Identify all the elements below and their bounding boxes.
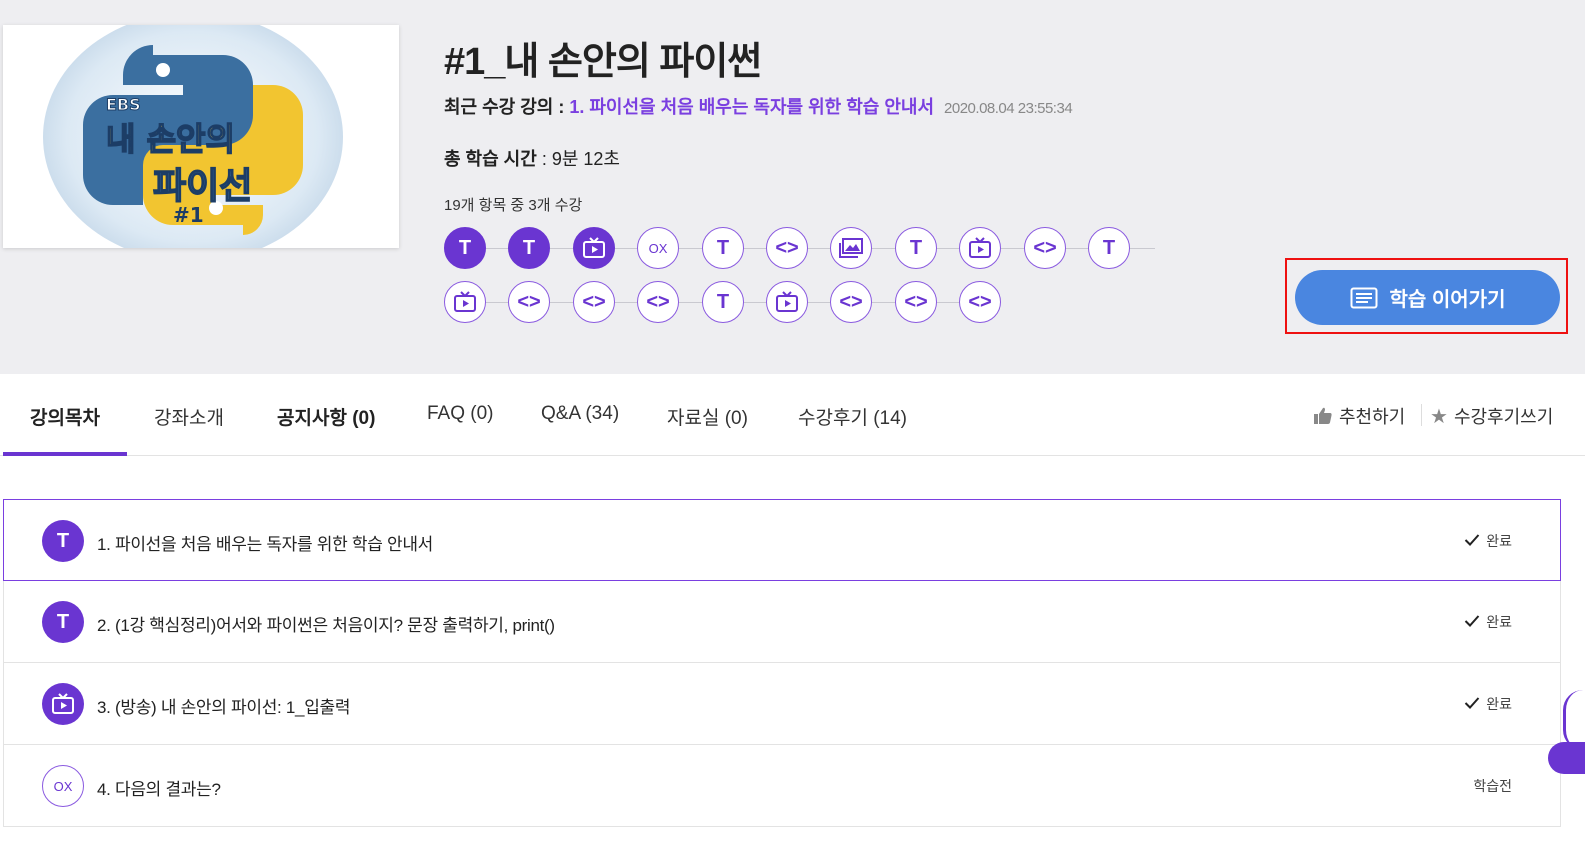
thumbnail-line1: 내 손안의 [106, 120, 235, 158]
lecture-title: 3. (방송) 내 손안의 파이선: 1_입출력 [97, 698, 351, 717]
check-icon [1464, 533, 1480, 550]
tab-notices[interactable]: 공지사항 (0) [277, 403, 375, 430]
recommend-label: 추천하기 [1339, 407, 1406, 427]
tab-curriculum[interactable]: 강의목차 [30, 403, 100, 430]
lecture-title: 2. (1강 핵심정리)어서와 파이썬은 처음이지? 문장 출력하기, prin… [97, 616, 555, 635]
check-icon [1464, 696, 1480, 713]
lecture-title: 1. 파이선을 처음 배우는 독자를 위한 학습 안내서 [97, 535, 433, 554]
quiz-icon: OX [42, 765, 84, 807]
total-study-time-value: : 9분 12초 [536, 149, 620, 169]
lecture-status: 학습전 [1473, 776, 1512, 796]
active-tab-indicator [3, 452, 127, 456]
check-icon [1464, 614, 1480, 631]
total-study-time-label: 총 학습 시간 [444, 149, 537, 169]
total-study-time: 총 학습 시간 : 9분 12초 [444, 145, 620, 171]
lecture-row[interactable]: OX 4. 다음의 결과는? 학습전 [3, 745, 1561, 827]
lecture-list: T 1. 파이선을 처음 배우는 독자를 위한 학습 안내서 완료 T 2. (1강 핵… [3, 499, 1561, 827]
lecture-row[interactable]: T 2. (1강 핵심정리)어서와 파이썬은 처음이지? 문장 출력하기, pri… [3, 581, 1561, 663]
lecture-status-label: 완료 [1486, 614, 1512, 630]
lecture-status-label: 완료 [1486, 696, 1512, 712]
video-lesson-icon [42, 683, 84, 725]
lecture-status-label: 학습전 [1473, 778, 1512, 794]
lecture-status: 완료 [1464, 531, 1512, 551]
recent-lecture: 최근 수강 강의 : 1. 파이선을 처음 배우는 독자를 위한 학습 안내서 2… [444, 93, 1073, 119]
thumbnail-line2: 파이선 [153, 166, 252, 207]
recommend-button[interactable]: 추천하기 [1313, 403, 1405, 429]
tab-course-intro[interactable]: 강좌소개 [154, 403, 224, 430]
side-floating-button[interactable] [1548, 742, 1585, 774]
continue-learning-button[interactable]: 학습 이어가기 [1295, 270, 1560, 325]
star-icon: ★ [1430, 405, 1448, 428]
text-lesson-icon: T [42, 601, 84, 643]
text-lesson-icon: T [42, 520, 84, 562]
thumbnail-ebs: EBS [106, 95, 141, 114]
lecture-title: 4. 다음의 결과는? [97, 780, 221, 799]
list-icon [1350, 287, 1378, 308]
recent-lecture-link[interactable]: 1. 파이선을 처음 배우는 독자를 위한 학습 안내서 [569, 97, 934, 117]
lecture-row[interactable]: 3. (방송) 내 손안의 파이선: 1_입출력 완료 [3, 663, 1561, 745]
thumbs-up-icon [1314, 407, 1332, 424]
divider [1421, 404, 1422, 426]
course-thumbnail: EBS 내 손안의 파이선 #1 [3, 25, 399, 248]
progress-summary: 19개 항목 중 3개 수강 [444, 197, 583, 214]
tab-resources[interactable]: 자료실 (0) [667, 403, 748, 430]
course-title: #1_내 손안의 파이썬 [444, 41, 762, 83]
tab-qna[interactable]: Q&A (34) [541, 403, 619, 425]
tab-faq[interactable]: FAQ (0) [427, 403, 494, 425]
lecture-row[interactable]: T 1. 파이선을 처음 배우는 독자를 위한 학습 안내서 완료 [3, 499, 1561, 581]
write-review-button[interactable]: ★ 수강후기쓰기 [1430, 403, 1553, 429]
tab-reviews[interactable]: 수강후기 (14) [798, 403, 907, 430]
thumbnail-line3: #1 [173, 203, 204, 227]
side-panel-edge [1563, 690, 1585, 750]
recent-lecture-label: 최근 수강 강의 : [444, 97, 570, 117]
write-review-label: 수강후기쓰기 [1453, 407, 1554, 427]
lecture-status: 완료 [1464, 694, 1512, 714]
recent-lecture-date: 2020.08.04 23:55:34 [944, 100, 1073, 117]
lecture-status-label: 완료 [1486, 533, 1512, 549]
lecture-status: 완료 [1464, 612, 1512, 632]
continue-learning-label: 학습 이어가기 [1389, 289, 1506, 311]
